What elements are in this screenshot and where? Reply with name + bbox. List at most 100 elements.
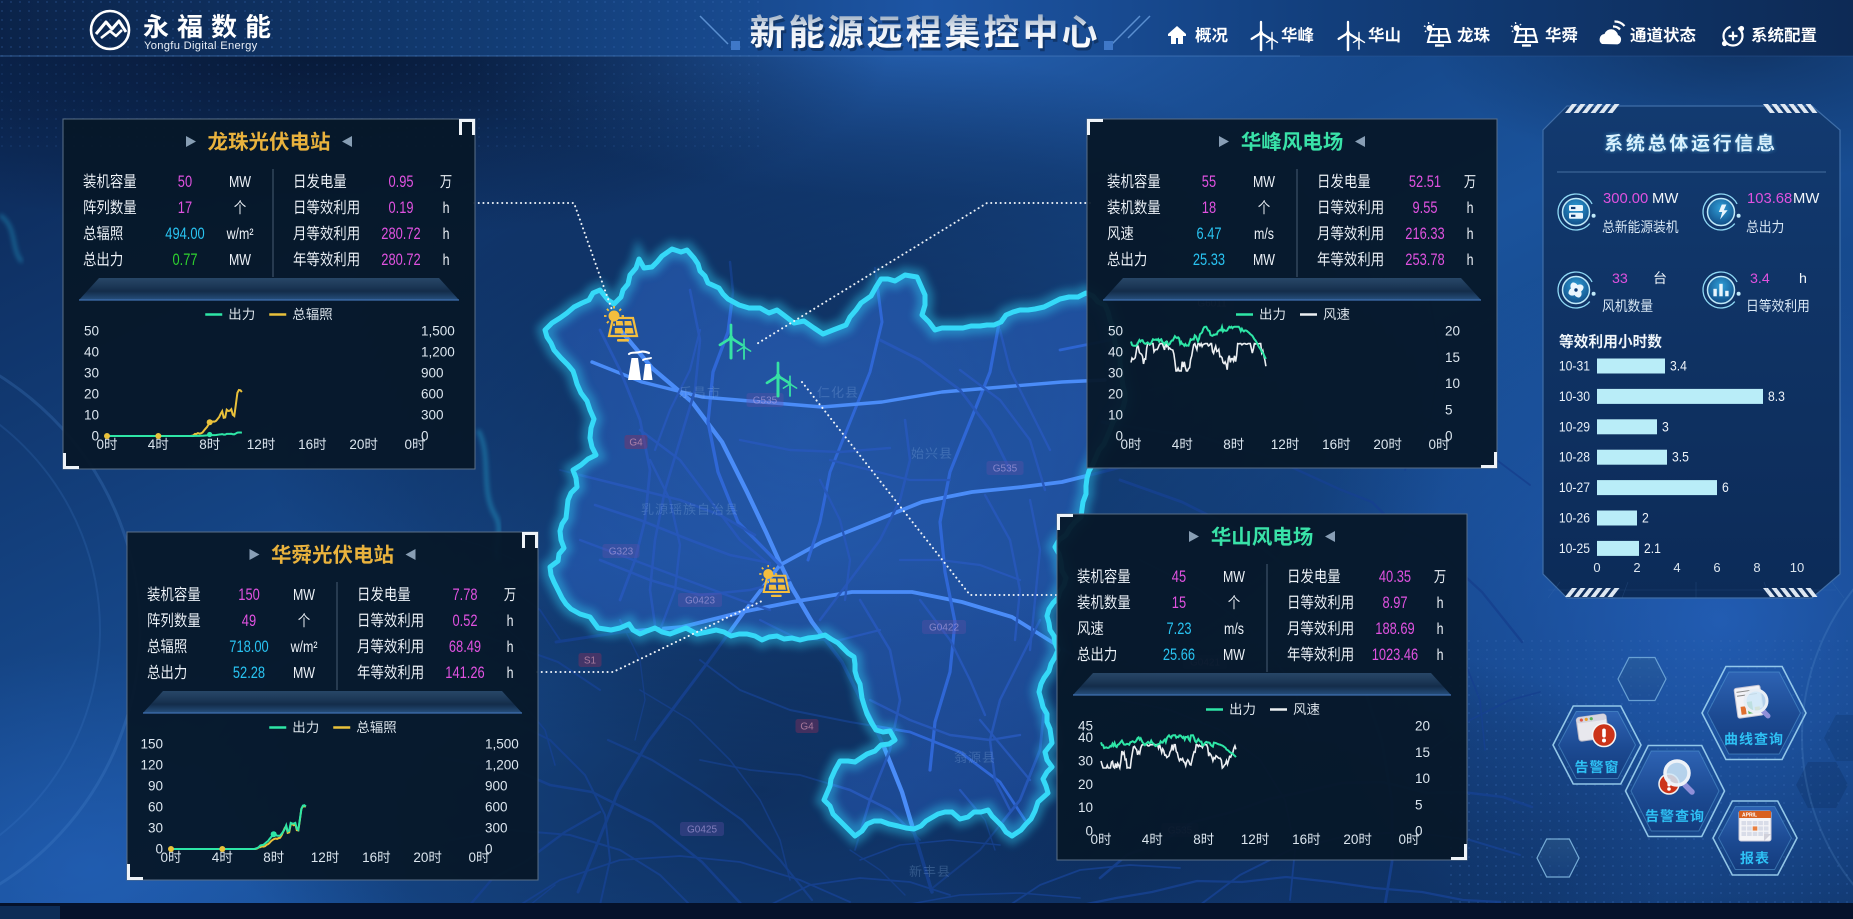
svg-text:600: 600 (485, 800, 508, 815)
svg-text:4: 4 (1172, 437, 1180, 452)
svg-text:8: 8 (1223, 437, 1231, 452)
svg-text:12: 12 (247, 437, 262, 452)
svg-text:6: 6 (1713, 560, 1720, 575)
svg-text:MW: MW (229, 252, 251, 269)
svg-text:h: h (507, 639, 514, 656)
svg-text:50: 50 (1108, 324, 1123, 339)
svg-text:40.35: 40.35 (1379, 568, 1411, 586)
svg-text:7.78: 7.78 (453, 586, 478, 604)
svg-text:MW: MW (1253, 252, 1275, 269)
svg-text:4: 4 (148, 437, 156, 452)
svg-text:45: 45 (1172, 568, 1186, 586)
svg-text:2: 2 (1642, 511, 1649, 526)
svg-text:20: 20 (1415, 719, 1430, 734)
svg-text:8: 8 (199, 437, 207, 452)
svg-text:300: 300 (421, 408, 444, 423)
svg-text:10: 10 (1415, 771, 1430, 786)
svg-text:0: 0 (1593, 560, 1600, 575)
svg-text:0: 0 (97, 437, 105, 452)
svg-text:0: 0 (1399, 832, 1407, 847)
svg-text:h: h (1437, 647, 1444, 664)
svg-text:3.4: 3.4 (1750, 271, 1770, 287)
svg-text:G0423: G0423 (685, 596, 715, 607)
svg-text:MW: MW (293, 665, 315, 682)
svg-text:25.66: 25.66 (1163, 646, 1195, 664)
svg-text:141.26: 141.26 (445, 664, 484, 682)
svg-text:G323: G323 (609, 547, 634, 558)
svg-text:50: 50 (178, 173, 192, 191)
svg-text:12: 12 (1271, 437, 1286, 452)
svg-text:10-26: 10-26 (1559, 511, 1590, 526)
svg-text:68.49: 68.49 (449, 638, 481, 656)
svg-text:0.19: 0.19 (389, 199, 414, 217)
svg-text:18: 18 (1202, 199, 1216, 217)
svg-text:25.33: 25.33 (1193, 251, 1225, 269)
svg-text:8.97: 8.97 (1383, 594, 1408, 612)
svg-text:10: 10 (1078, 800, 1093, 815)
svg-text:300: 300 (485, 821, 508, 836)
svg-text:10-28: 10-28 (1559, 450, 1590, 465)
svg-text:103.68: 103.68 (1747, 191, 1792, 207)
svg-text:0: 0 (1091, 832, 1099, 847)
svg-text:6: 6 (1722, 480, 1729, 495)
svg-text:1,200: 1,200 (485, 758, 519, 773)
svg-text:20: 20 (1373, 437, 1388, 452)
svg-text:253.78: 253.78 (1405, 251, 1444, 269)
svg-text:G4: G4 (800, 722, 814, 733)
svg-text:30: 30 (148, 821, 163, 836)
svg-text:0.77: 0.77 (173, 251, 198, 269)
svg-text:20: 20 (413, 850, 428, 865)
svg-text:10: 10 (84, 408, 99, 423)
svg-text:49: 49 (242, 612, 256, 630)
svg-text:50: 50 (84, 324, 99, 339)
svg-text:0: 0 (1121, 437, 1129, 452)
svg-text:90: 90 (148, 779, 163, 794)
svg-text:188.69: 188.69 (1375, 620, 1414, 638)
svg-text:10: 10 (1108, 408, 1123, 423)
svg-text:30: 30 (1108, 366, 1123, 381)
svg-text:3: 3 (1662, 419, 1669, 434)
svg-text:20: 20 (1108, 387, 1123, 402)
svg-text:w/m²: w/m² (226, 226, 254, 243)
svg-text:h: h (443, 252, 450, 269)
svg-text:40: 40 (1108, 345, 1123, 360)
svg-text:150: 150 (140, 737, 163, 752)
svg-text:20: 20 (84, 387, 99, 402)
svg-text:8: 8 (1193, 832, 1201, 847)
svg-text:1,200: 1,200 (421, 345, 455, 360)
svg-text:0: 0 (161, 850, 169, 865)
svg-text:w/m²: w/m² (290, 639, 318, 656)
svg-text:h: h (1437, 595, 1444, 612)
svg-text:8: 8 (263, 850, 271, 865)
svg-text:16: 16 (362, 850, 377, 865)
svg-text:60: 60 (148, 800, 163, 815)
svg-text:15: 15 (1445, 350, 1460, 365)
svg-text:8.3: 8.3 (1768, 389, 1785, 404)
svg-text:Yongfu Digital Energy: Yongfu Digital Energy (144, 40, 258, 52)
svg-text:h: h (1799, 271, 1807, 287)
svg-text:1023.46: 1023.46 (1372, 646, 1419, 664)
svg-text:2.1: 2.1 (1644, 541, 1661, 556)
svg-text:7.23: 7.23 (1167, 620, 1192, 638)
svg-text:0.95: 0.95 (389, 173, 414, 191)
svg-text:MW: MW (1652, 191, 1678, 207)
svg-text:MW: MW (293, 587, 315, 604)
svg-text:494.00: 494.00 (165, 225, 204, 243)
svg-text:33: 33 (1612, 271, 1628, 287)
svg-text:G535: G535 (993, 464, 1018, 475)
svg-text:0: 0 (405, 437, 413, 452)
svg-text:30: 30 (84, 366, 99, 381)
svg-text:h: h (507, 613, 514, 630)
svg-text:MW: MW (1223, 569, 1245, 586)
svg-text:G4: G4 (629, 438, 643, 449)
svg-text:h: h (1467, 252, 1474, 269)
svg-text:MW: MW (1793, 191, 1819, 207)
svg-text:4: 4 (212, 850, 220, 865)
svg-text:h: h (1467, 226, 1474, 243)
svg-text:10: 10 (1445, 376, 1460, 391)
svg-text:G535: G535 (753, 396, 778, 407)
svg-text:300.00: 300.00 (1603, 191, 1648, 207)
svg-text:45: 45 (1078, 719, 1093, 734)
svg-text:17: 17 (178, 199, 192, 217)
svg-text:APRIL: APRIL (1742, 813, 1757, 819)
